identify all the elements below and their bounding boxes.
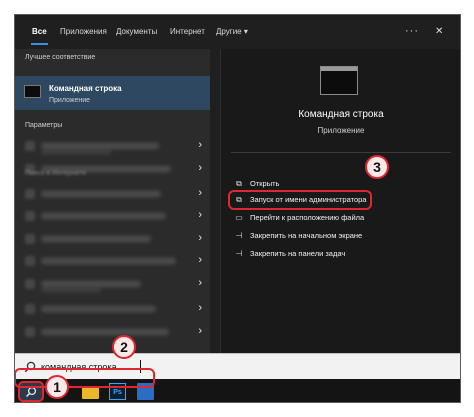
list-item[interactable]: › <box>15 250 210 272</box>
chevron-right-icon: › <box>198 277 202 289</box>
best-match-subtitle: Приложение <box>49 97 91 104</box>
open-icon: ⧉ <box>236 179 242 188</box>
search-icon <box>25 256 35 266</box>
chevron-right-icon: › <box>198 162 202 174</box>
blurred-text <box>41 306 156 312</box>
step-badge-3: 3 <box>365 155 389 179</box>
chevron-right-icon: › <box>198 187 202 199</box>
blurred-text <box>41 288 101 292</box>
tab-other-dropdown[interactable]: Другие ▾ <box>216 15 248 49</box>
list-item[interactable]: › <box>15 321 210 343</box>
search-results-list: Лучшее соответствие Командная строка При… <box>15 49 210 353</box>
search-tab-bar: Все Приложения Документы Интернет Другие… <box>15 15 460 49</box>
list-item[interactable]: › <box>15 228 210 250</box>
action-run-as-admin[interactable]: ⧉ Запуск от имени администратора <box>234 193 366 207</box>
chevron-right-icon: › <box>198 139 202 151</box>
action-label: Закрепить на панели задач <box>250 249 346 258</box>
action-open-file-location[interactable]: ▭ Перейти к расположению файла <box>234 211 364 225</box>
list-item[interactable]: › <box>15 135 210 157</box>
tab-documents[interactable]: Документы <box>116 15 157 49</box>
command-prompt-icon <box>24 85 41 98</box>
blurred-text <box>41 281 141 287</box>
best-match-title: Командная строка <box>49 84 122 93</box>
step-badge-1: 1 <box>45 375 69 399</box>
action-label: Открыть <box>250 179 280 188</box>
search-icon <box>25 327 35 337</box>
best-match-heading: Лучшее соответствие <box>25 54 96 61</box>
start-search-window: Все Приложения Документы Интернет Другие… <box>14 14 461 403</box>
action-label: Закрепить на начальном экране <box>250 231 363 240</box>
pin-icon: ⊣ <box>235 231 243 240</box>
action-label: Перейти к расположению файла <box>250 213 365 222</box>
blurred-text <box>41 258 176 264</box>
blurred-text <box>41 191 161 197</box>
chevron-right-icon: › <box>198 302 202 314</box>
action-label: Запуск от имени администратора <box>250 195 367 204</box>
app-preview-pane: Командная строка Приложение ⧉ Открыть ⧉ За… <box>220 49 460 353</box>
search-input-highlight <box>15 368 155 388</box>
tab-apps[interactable]: Приложения <box>60 15 107 49</box>
list-item[interactable]: › <box>15 183 210 205</box>
more-options-icon[interactable]: ··· <box>405 15 419 49</box>
tab-all[interactable]: Все <box>31 15 48 49</box>
blurred-text <box>41 213 166 219</box>
command-prompt-large-icon <box>320 66 358 95</box>
web-search-heading: Поиск в Интернете <box>25 170 87 177</box>
chevron-right-icon: › <box>198 209 202 221</box>
chevron-right-icon: › <box>198 254 202 266</box>
folder-location-icon: ▭ <box>235 213 243 222</box>
search-icon <box>25 234 35 244</box>
close-icon[interactable]: ✕ <box>435 15 443 49</box>
preview-title: Командная строка <box>298 109 384 120</box>
best-match-command-prompt[interactable]: Командная строка Приложение <box>15 76 210 110</box>
chevron-right-icon: › <box>198 232 202 244</box>
blurred-text <box>41 150 111 154</box>
pin-icon: ⊣ <box>235 249 243 258</box>
step-badge-2: 2 <box>112 335 136 359</box>
action-pin-to-taskbar[interactable]: ⊣ Закрепить на панели задач <box>234 247 346 261</box>
list-item[interactable]: › <box>15 205 210 227</box>
run-as-admin-icon: ⧉ <box>236 195 242 204</box>
list-item[interactable]: › <box>15 298 210 320</box>
action-pin-to-start[interactable]: ⊣ Закрепить на начальном экране <box>234 229 363 243</box>
tab-internet[interactable]: Интернет <box>170 15 205 49</box>
action-open[interactable]: ⧉ Открыть <box>234 177 279 191</box>
search-icon <box>25 304 35 314</box>
list-item[interactable]: › <box>15 273 210 295</box>
file-explorer-icon[interactable] <box>82 387 99 399</box>
settings-icon <box>25 141 35 151</box>
blurred-text <box>41 236 151 242</box>
chevron-right-icon: › <box>198 325 202 337</box>
settings-heading: Параметры <box>25 122 63 129</box>
blurred-text <box>41 329 169 335</box>
preview-subtitle: Приложение <box>317 126 365 135</box>
search-icon <box>25 189 35 199</box>
divider <box>231 152 451 153</box>
search-icon <box>25 279 35 289</box>
blurred-text <box>41 143 159 149</box>
search-icon <box>25 211 35 221</box>
